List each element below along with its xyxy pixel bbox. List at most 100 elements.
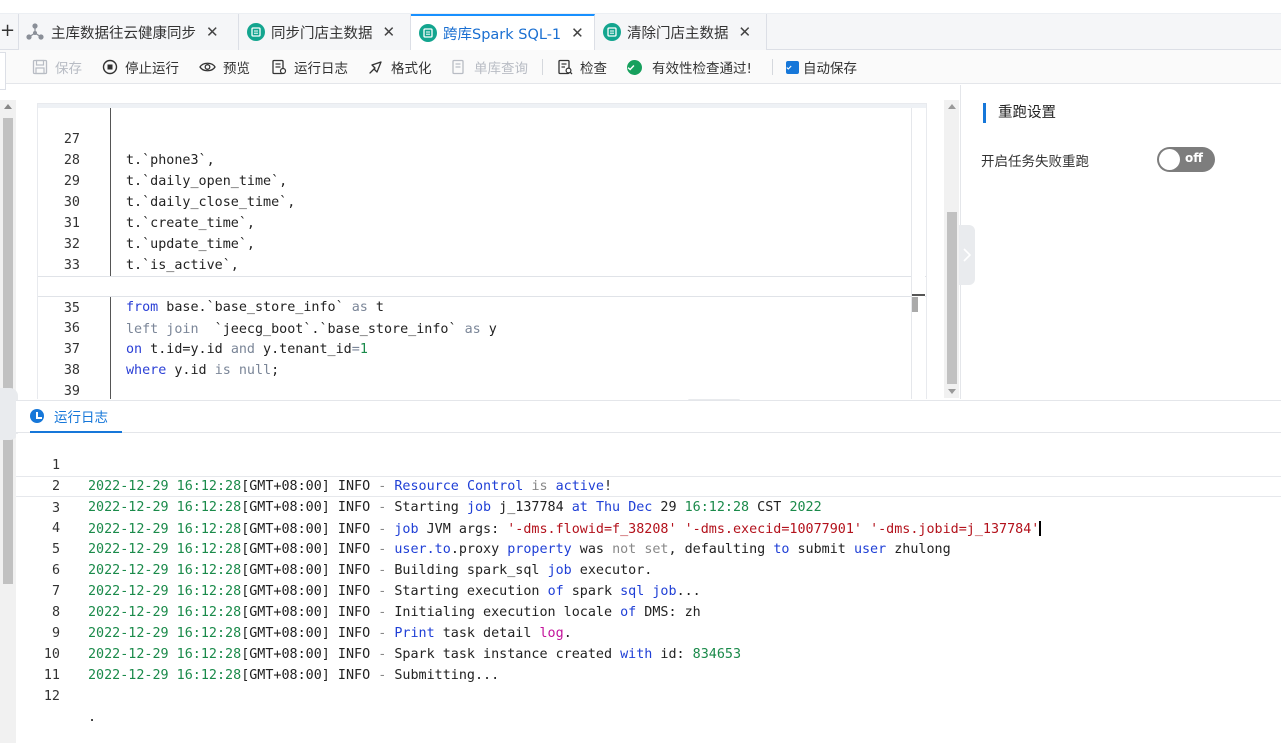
code-line[interactable]: 29 t.`daily_close_time`, — [38, 150, 926, 210]
toolbar: 保存 停止运行 预览 运行日志 格式化 单库查询 检查 有效性检查通过! 自动保 — [0, 50, 1281, 84]
close-icon[interactable]: ✕ — [739, 24, 752, 40]
cursor-marker — [912, 294, 925, 296]
checkbox-checked-icon — [786, 60, 799, 74]
save-label: 保存 — [55, 61, 82, 77]
scrollbar-thumb[interactable] — [3, 118, 13, 584]
single-query-button[interactable]: 单库查询 — [451, 50, 528, 84]
flow-icon — [26, 23, 44, 40]
code-line[interactable]: 40 — [38, 381, 926, 399]
close-icon[interactable]: ✕ — [571, 25, 584, 41]
close-icon[interactable]: ✕ — [206, 24, 219, 40]
code-line-current[interactable]: 35 left join `jeecg_boot`.`base_store_in… — [38, 276, 926, 337]
preview-button[interactable]: 预览 — [199, 50, 250, 84]
panel-collapse-handle[interactable] — [959, 225, 975, 285]
stop-run-label: 停止运行 — [125, 61, 179, 77]
sql-editor[interactable]: 27 t.`phone3`, 28 t.`daily_open_time`, 2… — [37, 103, 927, 399]
line-number: 12 — [43, 689, 60, 704]
log-line: 7 2022-12-29 16:12:28[GMT+08:00] INFO - … — [16, 560, 1281, 620]
code-line[interactable]: 37 where y.id is null; — [38, 318, 926, 378]
log-line: 1 2022-12-29 16:12:28[GMT+08:00] INFO - … — [16, 434, 1281, 494]
log-icon — [272, 59, 287, 75]
toolbar-divider — [772, 59, 773, 75]
code-line[interactable]: 32 t.`is_active`, — [38, 213, 926, 273]
log-line: 10 2022-12-29 16:12:28[GMT+08:00] INFO -… — [16, 623, 1281, 683]
toolbar-divider — [542, 59, 543, 75]
preview-label: 预览 — [223, 61, 250, 77]
window-top-strip — [0, 0, 1281, 14]
log-line: 2 2022-12-29 16:12:28[GMT+08:00] INFO - … — [16, 455, 1281, 515]
validity-label: 有效性检查通过! — [652, 61, 752, 77]
left-panel-edge — [0, 52, 6, 90]
query-icon — [452, 59, 464, 75]
rerun-settings-panel: 重跑设置 开启任务失败重跑 off — [959, 85, 1281, 399]
check-label: 检查 — [580, 61, 607, 77]
scroll-up-icon[interactable] — [948, 104, 956, 109]
check-doc-icon — [558, 59, 573, 75]
log-line-current: 3 2022-12-29 16:12:28[GMT+08:00] INFO - … — [16, 476, 1281, 537]
tab-clear-store[interactable]: 清除门店主数据 ✕ — [595, 14, 767, 50]
scrollbar-thumb[interactable] — [947, 212, 957, 384]
save-button[interactable]: 保存 — [32, 50, 82, 84]
log-line: 4 2022-12-29 16:12:28[GMT+08:00] INFO - … — [16, 497, 1281, 557]
tab-sync-store[interactable]: 同步门店主数据 ✕ — [239, 14, 411, 50]
log-line: 5 2022-12-29 16:12:28[GMT+08:00] INFO - … — [16, 518, 1281, 578]
settings-title: 重跑设置 — [983, 103, 1056, 123]
close-icon[interactable]: ✕ — [383, 24, 396, 40]
sql-file-icon — [603, 23, 621, 41]
autosave-checkbox[interactable]: 自动保存 — [786, 50, 857, 84]
rerun-label: 开启任务失败重跑 — [981, 154, 1089, 170]
log-tab-bar: 运行日志 — [16, 400, 1281, 433]
stop-icon — [102, 59, 118, 75]
save-icon — [32, 59, 48, 75]
tab-bar: + 主库数据往云健康同步 ✕ 同步门店主数据 ✕ 跨库Spark SQL-1 ✕ — [0, 14, 1281, 50]
add-tab-button[interactable]: + — [0, 14, 15, 50]
format-button[interactable]: 格式化 — [367, 50, 432, 84]
code-line[interactable]: 27 t.`phone3`, — [38, 108, 926, 168]
tab-spark-sql[interactable]: 跨库Spark SQL-1 ✕ — [411, 14, 595, 50]
single-query-label: 单库查询 — [474, 61, 528, 77]
log-text: . — [88, 710, 97, 725]
tab-label: 跨库Spark SQL-1 — [443, 26, 562, 43]
code-line[interactable]: 28 t.`daily_open_time`, — [38, 129, 926, 189]
tab-flow-sync[interactable]: 主库数据往云健康同步 ✕ — [19, 14, 239, 50]
validity-status: 有效性检查通过! — [627, 50, 752, 84]
run-log-output[interactable]: 1 2022-12-29 16:12:28[GMT+08:00] INFO - … — [16, 434, 1281, 743]
format-label: 格式化 — [391, 61, 432, 77]
editor-scrollbar[interactable] — [911, 108, 925, 399]
tab-label: 主库数据往云健康同步 — [51, 25, 196, 42]
log-line: 12 . — [16, 665, 1281, 725]
code-line[interactable]: 39 — [38, 360, 926, 399]
rerun-toggle[interactable]: off — [1157, 147, 1215, 172]
run-log-label: 运行日志 — [294, 61, 348, 77]
tab-run-log[interactable]: 运行日志 — [30, 401, 122, 433]
scroll-up-icon[interactable] — [4, 104, 12, 109]
code-line[interactable]: 33 1 — [38, 234, 926, 294]
code-line[interactable]: 31 t.`update_time`, — [38, 192, 926, 252]
sql-file-icon — [419, 24, 437, 42]
scroll-down-icon[interactable] — [948, 389, 956, 394]
run-log-button[interactable]: 运行日志 — [271, 50, 348, 84]
code-line[interactable]: 38 — [38, 339, 926, 378]
chevron-right-icon — [963, 248, 971, 262]
log-line: 6 2022-12-29 16:12:28[GMT+08:00] INFO - … — [16, 539, 1281, 599]
eye-icon — [199, 62, 216, 72]
tab-label: 清除门店主数据 — [627, 25, 729, 42]
code-line[interactable]: 30 t.`create_time`, — [38, 171, 926, 231]
log-line: 11 — [16, 644, 1281, 683]
toggle-state: off — [1185, 151, 1203, 165]
clock-icon — [30, 409, 44, 423]
format-brush-icon — [369, 61, 382, 74]
tab-label: 同步门店主数据 — [271, 25, 373, 42]
sql-file-icon — [247, 23, 265, 41]
code-line[interactable]: 34 from base.`base_store_info` as t — [38, 255, 926, 315]
log-line: 9 2022-12-29 16:12:28[GMT+08:00] INFO - … — [16, 602, 1281, 662]
stop-run-button[interactable]: 停止运行 — [102, 50, 179, 84]
check-button[interactable]: 检查 — [557, 50, 607, 84]
check-circle-icon — [627, 59, 642, 75]
scrollbar-thumb[interactable] — [912, 297, 918, 312]
toggle-knob — [1159, 149, 1180, 170]
autosave-label: 自动保存 — [803, 61, 857, 77]
code-line[interactable]: 36 on t.id=y.id and y.tenant_id=1 — [38, 297, 926, 357]
run-log-tab-label: 运行日志 — [54, 410, 108, 426]
editor-outer-scrollbar[interactable] — [944, 100, 959, 398]
